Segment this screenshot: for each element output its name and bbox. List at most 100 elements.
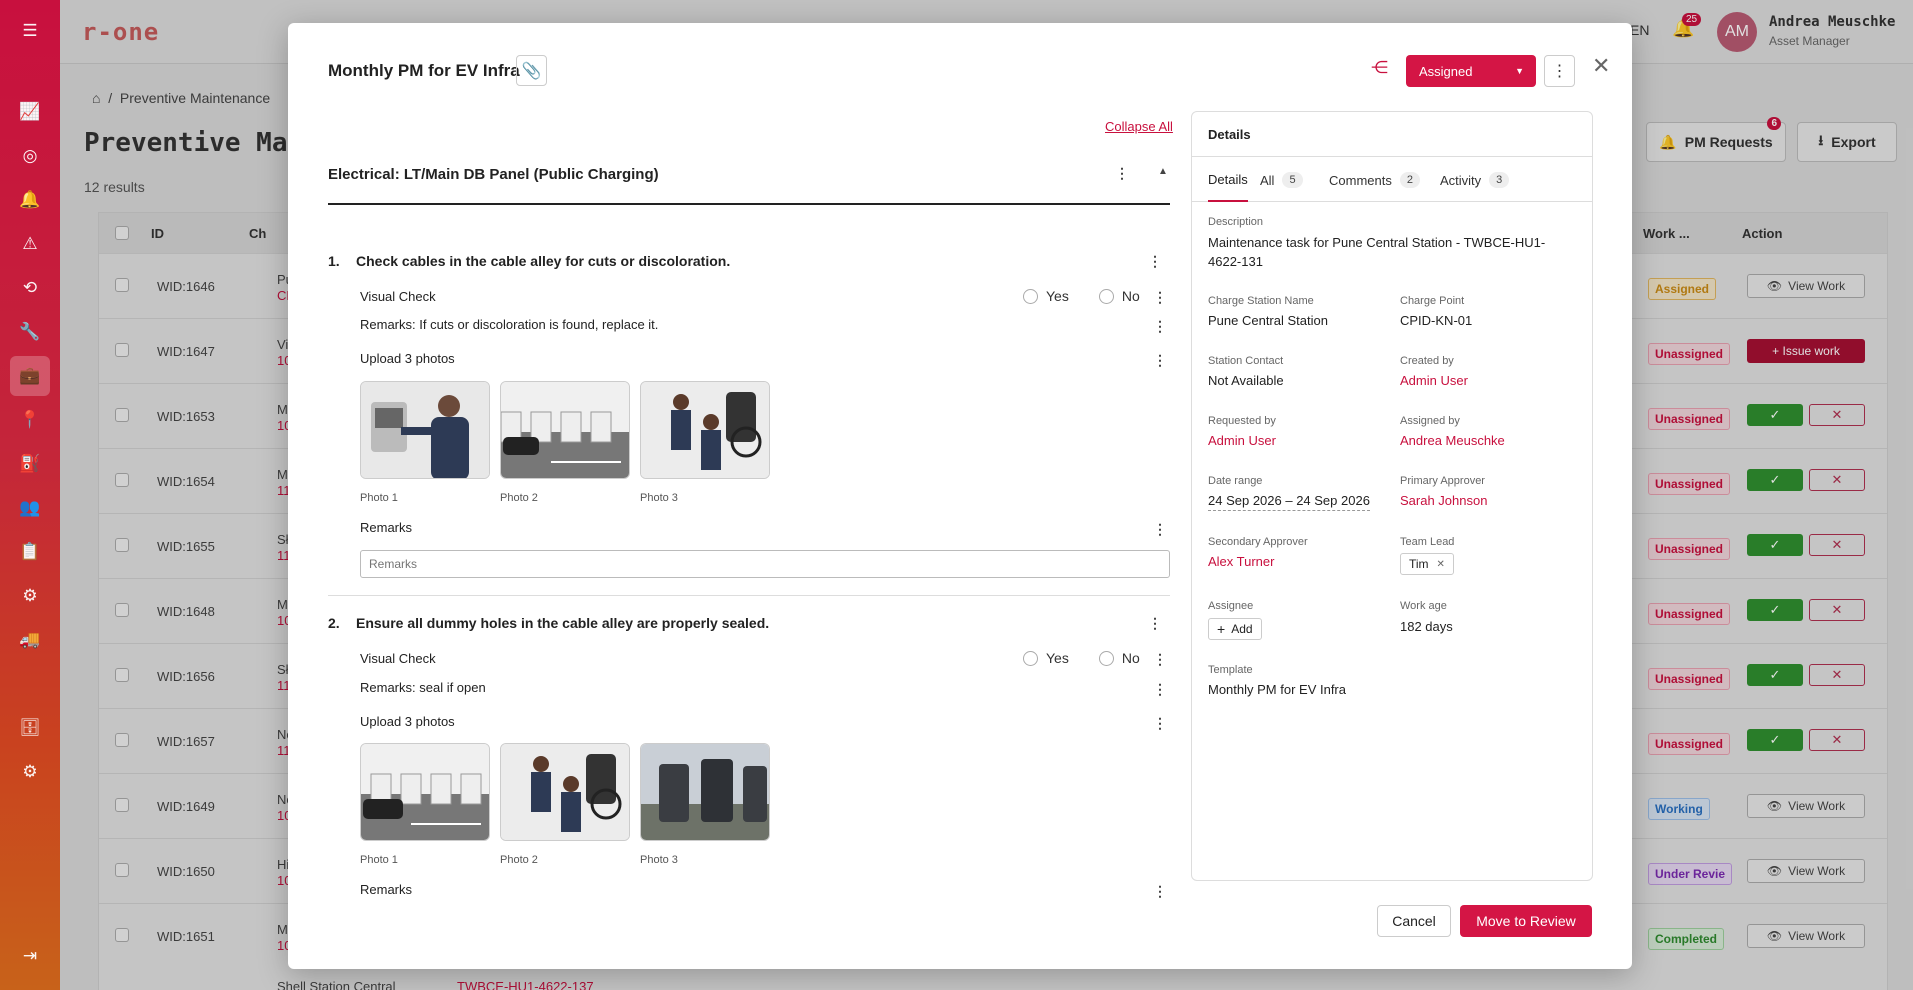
visual-check-more-icon[interactable]: ⋮ [1153, 651, 1167, 668]
menu-icon[interactable]: ☰ [14, 15, 46, 47]
charge-point-label: Charge Point [1400, 295, 1465, 307]
yes-radio[interactable] [1023, 650, 1038, 666]
secondary-approver-value[interactable]: Alex Turner [1208, 554, 1274, 569]
photo-thumbnail[interactable] [360, 381, 490, 479]
briefcase-icon[interactable]: 💼 [10, 356, 50, 396]
visual-check-label: Visual Check [360, 289, 436, 304]
description-label: Description [1208, 216, 1264, 228]
more-options-button[interactable]: ⋮ [1544, 55, 1575, 87]
work-age-value: 182 days [1400, 619, 1453, 634]
station-contact-value: Not Available [1208, 373, 1284, 388]
close-icon[interactable]: ✕ [1592, 53, 1610, 79]
history-icon[interactable]: ⟲ [14, 272, 46, 304]
tab-all[interactable]: All 5 [1260, 172, 1303, 188]
work-age-label: Work age [1400, 600, 1447, 612]
photo-label: Photo 1 [360, 492, 398, 504]
photo-label: Photo 2 [500, 854, 538, 866]
clipboard-icon[interactable]: 📋 [14, 536, 46, 568]
tab-count: 2 [1399, 172, 1420, 188]
photo-thumbnail[interactable] [640, 743, 770, 841]
no-radio[interactable] [1098, 650, 1114, 666]
remarks-note-more-icon[interactable]: ⋮ [1153, 681, 1167, 698]
bell-icon[interactable]: 🔔 [14, 184, 46, 216]
primary-approver-value[interactable]: Sarah Johnson [1400, 493, 1487, 508]
requested-by-value[interactable]: Admin User [1208, 433, 1276, 448]
upload-label: Upload 3 photos [360, 351, 455, 366]
team-lead-chip: Tim ✕ [1400, 553, 1454, 575]
upload-more-icon[interactable]: ⋮ [1153, 715, 1167, 732]
plus-icon: + [1217, 621, 1226, 637]
no-radio[interactable] [1098, 288, 1114, 304]
logout-icon[interactable]: ⇥ [14, 940, 46, 972]
question-text: Check cables in the cable alley for cuts… [356, 253, 731, 269]
assigned-by-value[interactable]: Andrea Meuschke [1400, 433, 1505, 448]
date-range-value[interactable]: 24 Sep 2026 – 24 Sep 2026 [1208, 493, 1370, 511]
section-header[interactable]: Electrical: LT/Main DB Panel (Public Cha… [328, 143, 1170, 205]
remarks-more-icon[interactable]: ⋮ [1153, 521, 1167, 538]
remarks-input[interactable] [360, 550, 1170, 578]
details-panel: Details Details All 5 Comments 2 Activity 3… [1191, 111, 1593, 881]
wrench-icon[interactable]: 🔧 [14, 316, 46, 348]
section-more-icon[interactable]: ⋮ [1115, 165, 1129, 182]
remove-icon[interactable]: ✕ [1437, 559, 1445, 570]
created-by-label: Created by [1400, 355, 1454, 367]
question-more-icon[interactable]: ⋮ [1148, 253, 1162, 270]
photo-thumbnail[interactable] [360, 743, 490, 841]
template-label: Template [1208, 664, 1253, 676]
section-title: Electrical: LT/Main DB Panel (Public Cha… [328, 166, 659, 183]
location-icon[interactable]: 📍 [14, 404, 46, 436]
upload-more-icon[interactable]: ⋮ [1153, 352, 1167, 369]
left-sidebar: ☰ 📈 ◎ 🔔 ⚠ ⟲ 🔧 💼 📍 ⛽ 👥 📋 ⚙ 🚚 🗄 ⚙ ⇥ [0, 0, 60, 990]
tab-comments[interactable]: Comments 2 [1329, 172, 1420, 188]
checklist-pane: Electrical: LT/Main DB Panel (Public Cha… [328, 143, 1170, 899]
chevron-down-icon: ▼ [1515, 66, 1524, 76]
station-contact-label: Station Contact [1208, 355, 1284, 367]
gears-icon[interactable]: ⚙ [14, 580, 46, 612]
requested-by-label: Requested by [1208, 415, 1276, 427]
analytics-icon[interactable]: 📈 [14, 96, 46, 128]
active-tab-indicator [1208, 200, 1248, 202]
remarks-note: Remarks: seal if open [360, 680, 486, 695]
photo-thumbnail[interactable] [500, 743, 630, 841]
cancel-button[interactable]: Cancel [1377, 905, 1451, 937]
remarks-label: Remarks [360, 520, 413, 535]
template-value: Monthly PM for EV Infra [1208, 682, 1346, 697]
remarks-label: Remarks [360, 882, 413, 897]
collapse-all-link[interactable]: Collapse All [1105, 119, 1173, 134]
remarks-note-more-icon[interactable]: ⋮ [1153, 318, 1167, 335]
truck-icon[interactable]: 🚚 [14, 624, 46, 656]
created-by-value[interactable]: Admin User [1400, 373, 1468, 388]
tab-details[interactable]: Details [1208, 172, 1248, 187]
settings-icon[interactable]: ⚙ [14, 756, 46, 788]
date-range-label: Date range [1208, 475, 1263, 487]
details-title: Details [1208, 127, 1251, 142]
remarks-more-icon[interactable]: ⋮ [1153, 883, 1167, 899]
charger-icon[interactable]: ⛽ [14, 448, 46, 480]
visual-check-more-icon[interactable]: ⋮ [1153, 289, 1167, 306]
status-dropdown[interactable]: Assigned ▼ [1406, 55, 1536, 87]
divider [328, 595, 1170, 596]
charge-station-label: Charge Station Name [1208, 295, 1314, 307]
add-assignee-button[interactable]: + Add [1208, 618, 1262, 640]
chevron-up-icon[interactable]: ▲ [1158, 166, 1168, 177]
attachment-icon[interactable]: 📎 [516, 55, 547, 86]
tab-count: 3 [1489, 172, 1510, 188]
database-icon[interactable]: 🗄 [14, 712, 46, 744]
photo-thumbnail[interactable] [500, 381, 630, 479]
question-more-icon[interactable]: ⋮ [1148, 615, 1162, 632]
yes-radio[interactable] [1023, 288, 1038, 304]
photo-thumbnail[interactable] [640, 381, 770, 479]
question-number: 2. [328, 615, 340, 631]
visual-check-label: Visual Check [360, 651, 436, 666]
globe-icon[interactable]: ◎ [14, 140, 46, 172]
upload-label: Upload 3 photos [360, 714, 455, 729]
alert-icon[interactable]: ⚠ [14, 228, 46, 260]
yes-no-radio-group: Yes No [1023, 650, 1140, 666]
primary-approver-label: Primary Approver [1400, 475, 1485, 487]
tab-activity[interactable]: Activity 3 [1440, 172, 1510, 188]
question-text: Ensure all dummy holes in the cable alle… [356, 615, 770, 631]
move-to-review-button[interactable]: Move to Review [1460, 905, 1592, 937]
users-icon[interactable]: 👥 [14, 492, 46, 524]
share-icon[interactable]: ⋲ [1371, 58, 1388, 78]
assigned-by-label: Assigned by [1400, 415, 1460, 427]
